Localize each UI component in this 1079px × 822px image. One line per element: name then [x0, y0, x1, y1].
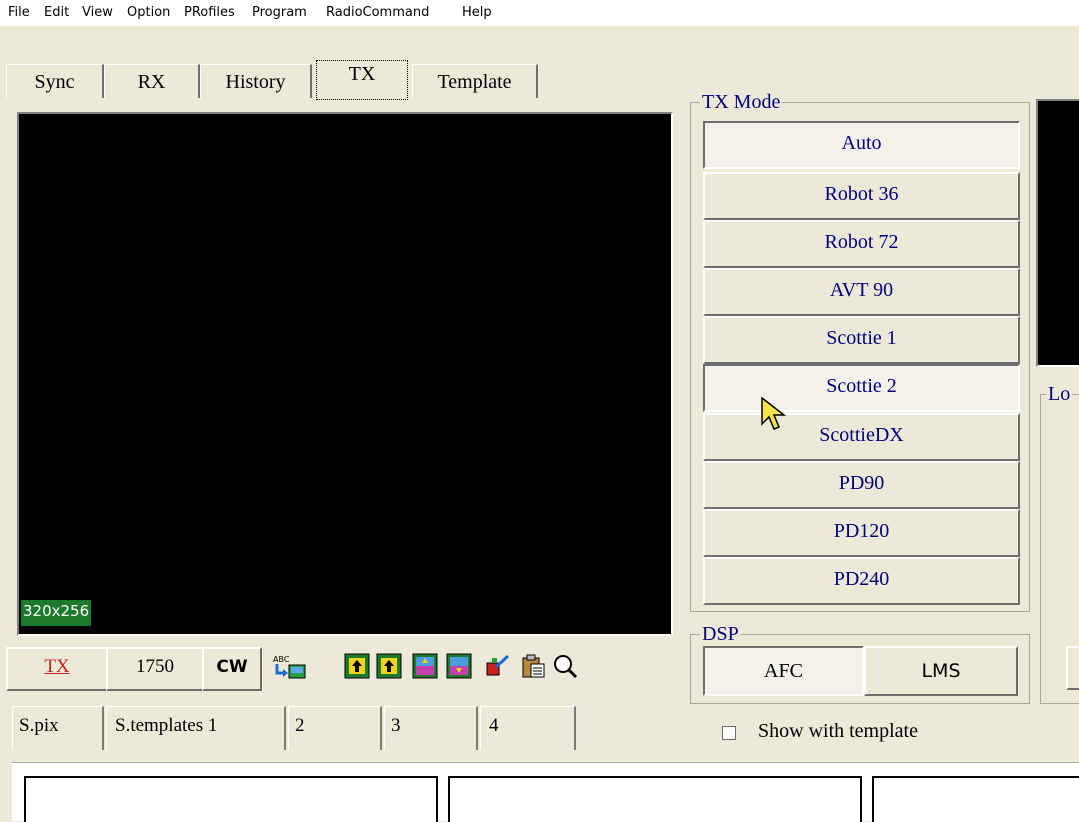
tx-image-preview[interactable]: 320x256 [17, 112, 673, 636]
image-color-icon[interactable] [412, 653, 438, 679]
menu-radiocommand[interactable]: RadioCommand [326, 5, 429, 20]
menu-program[interactable]: Program [252, 5, 307, 20]
right-group-button[interactable] [1066, 646, 1079, 690]
tx-button[interactable]: TX [6, 647, 108, 691]
tab-sync[interactable]: Sync [6, 64, 104, 98]
text-to-image-icon[interactable]: ABC [272, 653, 306, 679]
menu-option[interactable]: Option [127, 5, 170, 20]
tab-tx[interactable]: TX [316, 60, 408, 100]
show-with-template-label: Show with template [758, 720, 918, 742]
menu-view[interactable]: View [82, 5, 113, 20]
tab-stemplates-1[interactable]: S.templates 1 [106, 706, 286, 750]
right-group-title: Lo [1046, 383, 1073, 405]
mode-pd240-button[interactable]: PD240 [703, 557, 1020, 605]
paint-brush-icon[interactable] [484, 653, 510, 679]
image-size-badge: 320x256 [21, 600, 92, 626]
mode-pd120-button[interactable]: PD120 [703, 509, 1020, 557]
mode-robot72-button[interactable]: Robot 72 [703, 220, 1020, 268]
image-edit-icon[interactable] [446, 653, 472, 679]
dsp-title: DSP [700, 623, 741, 645]
thumbnail-slot-1[interactable] [24, 776, 438, 822]
menu-help[interactable]: Help [462, 5, 492, 20]
mode-scottiedx-button[interactable]: ScottieDX [703, 413, 1020, 461]
mode-pd90-button[interactable]: PD90 [703, 461, 1020, 509]
mode-avt90-button[interactable]: AVT 90 [703, 268, 1020, 316]
tab-rx[interactable]: RX [104, 64, 200, 98]
lms-button[interactable]: LMS [864, 646, 1018, 696]
svg-text:ABC: ABC [273, 655, 290, 664]
mouse-cursor-icon [761, 396, 787, 430]
move-up-alt-icon[interactable] [376, 653, 402, 679]
mode-auto-button[interactable]: Auto [703, 121, 1020, 169]
thumbnail-slot-2[interactable] [448, 776, 862, 822]
mode-robot36-button[interactable]: Robot 36 [703, 172, 1020, 220]
move-up-icon[interactable] [344, 653, 370, 679]
tab-spix[interactable]: S.pix [12, 706, 104, 750]
tab-history[interactable]: History [200, 64, 312, 98]
menu-profiles[interactable]: PRofiles [184, 5, 235, 20]
zoom-icon[interactable] [552, 653, 578, 679]
menu-file[interactable]: File [8, 5, 30, 20]
clipboard-paste-icon[interactable] [520, 653, 546, 679]
menu-edit[interactable]: Edit [44, 5, 69, 20]
thumbnail-slot-3[interactable] [872, 776, 1079, 822]
afc-button[interactable]: AFC [703, 646, 864, 696]
mode-scottie2-button[interactable]: Scottie 2 [703, 364, 1020, 412]
freq-1750-button[interactable]: 1750 [106, 647, 204, 691]
tab-3[interactable]: 3 [384, 706, 478, 750]
mode-scottie1-button[interactable]: Scottie 1 [703, 316, 1020, 364]
tab-4[interactable]: 4 [480, 706, 576, 750]
tab-template[interactable]: Template [412, 64, 538, 98]
tx-mode-title: TX Mode [700, 91, 783, 113]
menu-bar: File Edit View Option PRofiles Program R… [0, 0, 1079, 26]
cw-button[interactable]: CW [202, 647, 262, 691]
secondary-preview [1036, 99, 1079, 367]
tab-2[interactable]: 2 [288, 706, 382, 750]
tx-button-label: TX [44, 656, 70, 677]
show-with-template-checkbox[interactable] [722, 726, 736, 740]
